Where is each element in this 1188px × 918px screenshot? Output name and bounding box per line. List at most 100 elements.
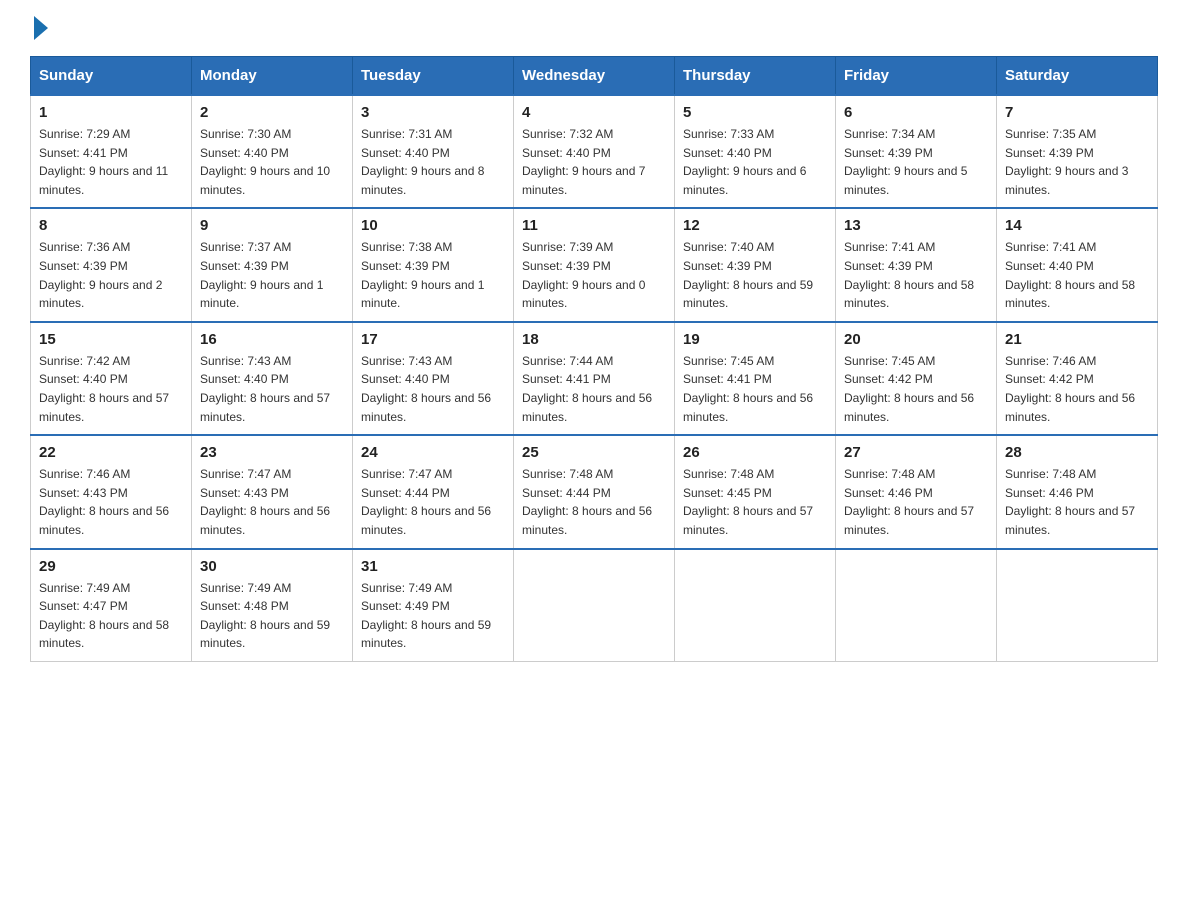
- weekday-header-tuesday: Tuesday: [353, 57, 514, 96]
- day-cell-28: 28 Sunrise: 7:48 AMSunset: 4:46 PMDaylig…: [997, 435, 1158, 548]
- day-cell-26: 26 Sunrise: 7:48 AMSunset: 4:45 PMDaylig…: [675, 435, 836, 548]
- day-info: Sunrise: 7:48 AMSunset: 4:46 PMDaylight:…: [844, 465, 988, 539]
- day-info: Sunrise: 7:41 AMSunset: 4:40 PMDaylight:…: [1005, 238, 1149, 312]
- day-cell-19: 19 Sunrise: 7:45 AMSunset: 4:41 PMDaylig…: [675, 322, 836, 435]
- weekday-header-monday: Monday: [192, 57, 353, 96]
- day-number: 25: [522, 444, 666, 461]
- day-info: Sunrise: 7:37 AMSunset: 4:39 PMDaylight:…: [200, 238, 344, 312]
- weekday-header-wednesday: Wednesday: [514, 57, 675, 96]
- week-row-5: 29 Sunrise: 7:49 AMSunset: 4:47 PMDaylig…: [31, 549, 1158, 662]
- empty-cell: [997, 549, 1158, 662]
- day-cell-6: 6 Sunrise: 7:34 AMSunset: 4:39 PMDayligh…: [836, 95, 997, 208]
- day-info: Sunrise: 7:43 AMSunset: 4:40 PMDaylight:…: [200, 352, 344, 426]
- day-number: 1: [39, 104, 183, 121]
- day-cell-27: 27 Sunrise: 7:48 AMSunset: 4:46 PMDaylig…: [836, 435, 997, 548]
- day-cell-7: 7 Sunrise: 7:35 AMSunset: 4:39 PMDayligh…: [997, 95, 1158, 208]
- day-info: Sunrise: 7:43 AMSunset: 4:40 PMDaylight:…: [361, 352, 505, 426]
- day-info: Sunrise: 7:39 AMSunset: 4:39 PMDaylight:…: [522, 238, 666, 312]
- day-info: Sunrise: 7:40 AMSunset: 4:39 PMDaylight:…: [683, 238, 827, 312]
- weekday-header-sunday: Sunday: [31, 57, 192, 96]
- day-info: Sunrise: 7:48 AMSunset: 4:44 PMDaylight:…: [522, 465, 666, 539]
- day-cell-10: 10 Sunrise: 7:38 AMSunset: 4:39 PMDaylig…: [353, 208, 514, 321]
- day-info: Sunrise: 7:33 AMSunset: 4:40 PMDaylight:…: [683, 125, 827, 199]
- day-info: Sunrise: 7:47 AMSunset: 4:44 PMDaylight:…: [361, 465, 505, 539]
- week-row-1: 1 Sunrise: 7:29 AMSunset: 4:41 PMDayligh…: [31, 95, 1158, 208]
- day-cell-16: 16 Sunrise: 7:43 AMSunset: 4:40 PMDaylig…: [192, 322, 353, 435]
- weekday-header-thursday: Thursday: [675, 57, 836, 96]
- day-number: 27: [844, 444, 988, 461]
- day-info: Sunrise: 7:48 AMSunset: 4:45 PMDaylight:…: [683, 465, 827, 539]
- day-cell-18: 18 Sunrise: 7:44 AMSunset: 4:41 PMDaylig…: [514, 322, 675, 435]
- weekday-header-row: SundayMondayTuesdayWednesdayThursdayFrid…: [31, 57, 1158, 96]
- day-number: 26: [683, 444, 827, 461]
- day-info: Sunrise: 7:46 AMSunset: 4:42 PMDaylight:…: [1005, 352, 1149, 426]
- day-number: 31: [361, 558, 505, 575]
- week-row-3: 15 Sunrise: 7:42 AMSunset: 4:40 PMDaylig…: [31, 322, 1158, 435]
- day-number: 7: [1005, 104, 1149, 121]
- day-number: 28: [1005, 444, 1149, 461]
- day-number: 14: [1005, 217, 1149, 234]
- day-info: Sunrise: 7:35 AMSunset: 4:39 PMDaylight:…: [1005, 125, 1149, 199]
- day-cell-5: 5 Sunrise: 7:33 AMSunset: 4:40 PMDayligh…: [675, 95, 836, 208]
- day-info: Sunrise: 7:47 AMSunset: 4:43 PMDaylight:…: [200, 465, 344, 539]
- day-number: 16: [200, 331, 344, 348]
- calendar-table: SundayMondayTuesdayWednesdayThursdayFrid…: [30, 56, 1158, 662]
- day-info: Sunrise: 7:49 AMSunset: 4:47 PMDaylight:…: [39, 579, 183, 653]
- weekday-header-saturday: Saturday: [997, 57, 1158, 96]
- day-cell-17: 17 Sunrise: 7:43 AMSunset: 4:40 PMDaylig…: [353, 322, 514, 435]
- day-number: 6: [844, 104, 988, 121]
- day-cell-25: 25 Sunrise: 7:48 AMSunset: 4:44 PMDaylig…: [514, 435, 675, 548]
- day-cell-29: 29 Sunrise: 7:49 AMSunset: 4:47 PMDaylig…: [31, 549, 192, 662]
- day-cell-21: 21 Sunrise: 7:46 AMSunset: 4:42 PMDaylig…: [997, 322, 1158, 435]
- week-row-4: 22 Sunrise: 7:46 AMSunset: 4:43 PMDaylig…: [31, 435, 1158, 548]
- day-info: Sunrise: 7:36 AMSunset: 4:39 PMDaylight:…: [39, 238, 183, 312]
- day-number: 19: [683, 331, 827, 348]
- day-info: Sunrise: 7:45 AMSunset: 4:41 PMDaylight:…: [683, 352, 827, 426]
- day-cell-30: 30 Sunrise: 7:49 AMSunset: 4:48 PMDaylig…: [192, 549, 353, 662]
- day-cell-1: 1 Sunrise: 7:29 AMSunset: 4:41 PMDayligh…: [31, 95, 192, 208]
- day-number: 15: [39, 331, 183, 348]
- empty-cell: [514, 549, 675, 662]
- day-number: 23: [200, 444, 344, 461]
- day-number: 20: [844, 331, 988, 348]
- day-info: Sunrise: 7:48 AMSunset: 4:46 PMDaylight:…: [1005, 465, 1149, 539]
- weekday-header-friday: Friday: [836, 57, 997, 96]
- day-cell-12: 12 Sunrise: 7:40 AMSunset: 4:39 PMDaylig…: [675, 208, 836, 321]
- day-cell-4: 4 Sunrise: 7:32 AMSunset: 4:40 PMDayligh…: [514, 95, 675, 208]
- day-number: 3: [361, 104, 505, 121]
- day-number: 4: [522, 104, 666, 121]
- day-info: Sunrise: 7:38 AMSunset: 4:39 PMDaylight:…: [361, 238, 505, 312]
- day-cell-14: 14 Sunrise: 7:41 AMSunset: 4:40 PMDaylig…: [997, 208, 1158, 321]
- day-cell-24: 24 Sunrise: 7:47 AMSunset: 4:44 PMDaylig…: [353, 435, 514, 548]
- day-cell-9: 9 Sunrise: 7:37 AMSunset: 4:39 PMDayligh…: [192, 208, 353, 321]
- day-info: Sunrise: 7:41 AMSunset: 4:39 PMDaylight:…: [844, 238, 988, 312]
- day-number: 30: [200, 558, 344, 575]
- day-number: 12: [683, 217, 827, 234]
- day-info: Sunrise: 7:46 AMSunset: 4:43 PMDaylight:…: [39, 465, 183, 539]
- day-cell-11: 11 Sunrise: 7:39 AMSunset: 4:39 PMDaylig…: [514, 208, 675, 321]
- day-number: 29: [39, 558, 183, 575]
- day-cell-23: 23 Sunrise: 7:47 AMSunset: 4:43 PMDaylig…: [192, 435, 353, 548]
- day-info: Sunrise: 7:45 AMSunset: 4:42 PMDaylight:…: [844, 352, 988, 426]
- day-number: 5: [683, 104, 827, 121]
- day-info: Sunrise: 7:32 AMSunset: 4:40 PMDaylight:…: [522, 125, 666, 199]
- day-number: 2: [200, 104, 344, 121]
- day-info: Sunrise: 7:29 AMSunset: 4:41 PMDaylight:…: [39, 125, 183, 199]
- day-cell-13: 13 Sunrise: 7:41 AMSunset: 4:39 PMDaylig…: [836, 208, 997, 321]
- day-info: Sunrise: 7:30 AMSunset: 4:40 PMDaylight:…: [200, 125, 344, 199]
- day-number: 17: [361, 331, 505, 348]
- day-number: 13: [844, 217, 988, 234]
- day-info: Sunrise: 7:49 AMSunset: 4:48 PMDaylight:…: [200, 579, 344, 653]
- day-cell-2: 2 Sunrise: 7:30 AMSunset: 4:40 PMDayligh…: [192, 95, 353, 208]
- day-cell-22: 22 Sunrise: 7:46 AMSunset: 4:43 PMDaylig…: [31, 435, 192, 548]
- day-number: 11: [522, 217, 666, 234]
- day-cell-8: 8 Sunrise: 7:36 AMSunset: 4:39 PMDayligh…: [31, 208, 192, 321]
- day-cell-3: 3 Sunrise: 7:31 AMSunset: 4:40 PMDayligh…: [353, 95, 514, 208]
- day-number: 8: [39, 217, 183, 234]
- logo: [30, 20, 48, 36]
- day-cell-31: 31 Sunrise: 7:49 AMSunset: 4:49 PMDaylig…: [353, 549, 514, 662]
- day-number: 18: [522, 331, 666, 348]
- logo-arrow-icon: [34, 16, 48, 40]
- week-row-2: 8 Sunrise: 7:36 AMSunset: 4:39 PMDayligh…: [31, 208, 1158, 321]
- day-cell-20: 20 Sunrise: 7:45 AMSunset: 4:42 PMDaylig…: [836, 322, 997, 435]
